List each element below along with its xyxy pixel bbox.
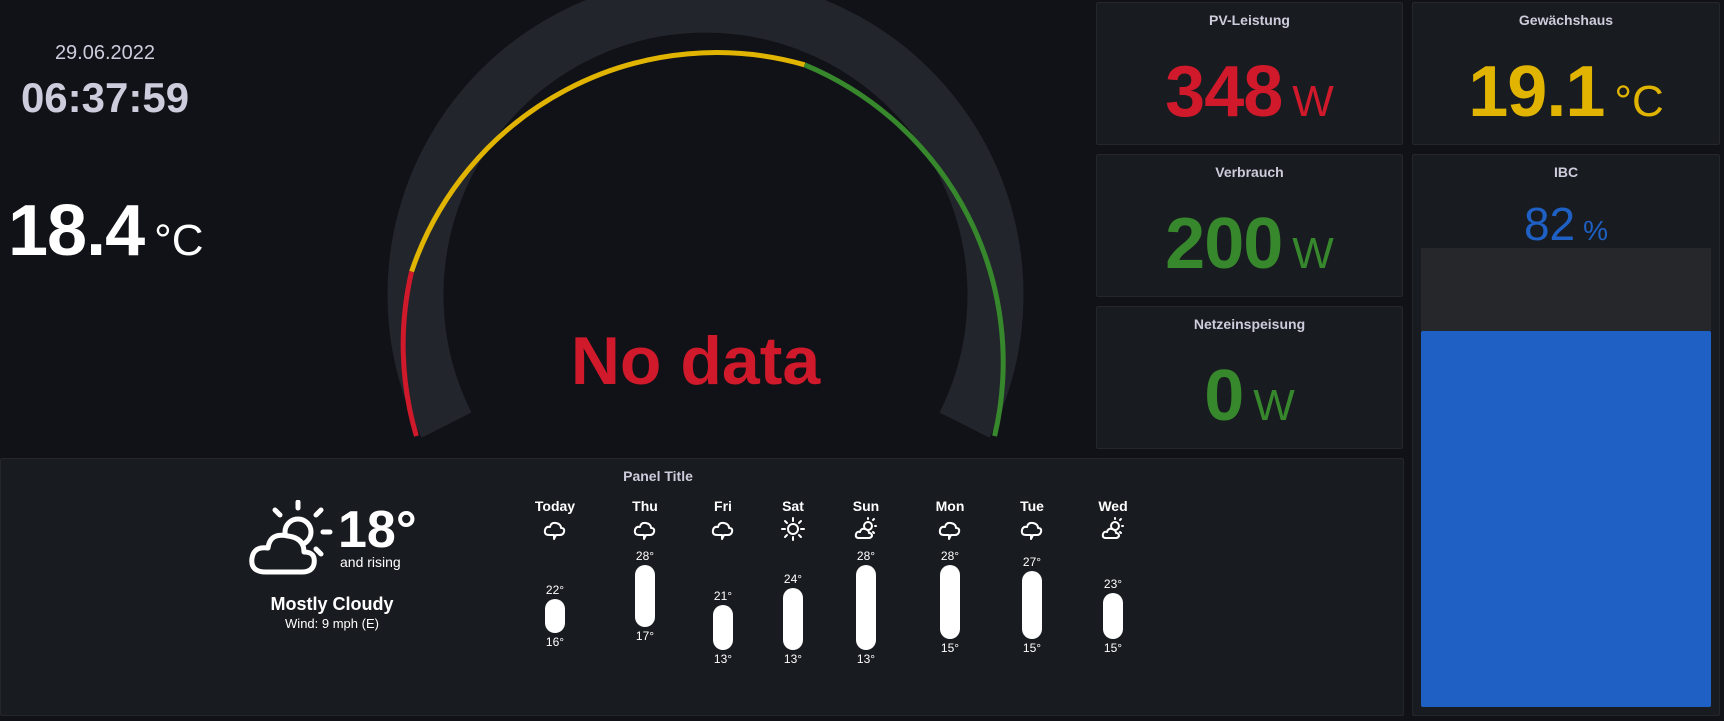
pv-title: PV-Leistung (1209, 12, 1290, 28)
forecast-low: 15° (1103, 640, 1123, 655)
pv-unit: W (1292, 77, 1334, 126)
consumption-title: Verbrauch (1215, 164, 1284, 180)
cloud-icon (711, 521, 734, 540)
consumption-value: 200 (1165, 204, 1283, 284)
forecast-temp-bar (713, 604, 733, 650)
forecast-low: 13° (713, 652, 733, 666)
forecast-day: Thu (615, 498, 675, 542)
consumption-unit: W (1292, 229, 1334, 278)
cloud-icon (633, 521, 656, 540)
cloud-icon (543, 521, 566, 540)
greenhouse-unit: °C (1614, 77, 1664, 126)
partly-cloudy-icon (249, 500, 333, 575)
weather-panel: Panel Title (0, 458, 1404, 716)
pv-panel: PV-Leistung 348 W (1096, 2, 1403, 145)
current-condition: Mostly Cloudy (270, 594, 394, 614)
weather-panel-title: Panel Title (623, 468, 693, 484)
ibc-title: IBC (1553, 164, 1579, 180)
clock-panel: 29.06.2022 06:37:59 (0, 0, 210, 150)
clock-time: 06:37:59 (20, 74, 190, 121)
forecast-low: 15° (940, 640, 960, 655)
forecast-day: Sun (836, 498, 896, 542)
forecast-high: 24° (783, 571, 803, 586)
greenhouse-value: 19.1 (1468, 52, 1605, 132)
forecast-day-name: Thu (632, 498, 658, 514)
forecast-day-name: Sat (782, 498, 804, 514)
outdoor-temp-value: 18.4 (8, 191, 145, 271)
forecast-temp-bar (635, 565, 655, 628)
forecast-high: 28° (856, 549, 876, 563)
ibc-value: 82 (1523, 198, 1576, 250)
forecast-temp-bar (940, 565, 960, 639)
forecast-temp-bar (1103, 593, 1123, 639)
forecast-day-name: Today (534, 498, 576, 514)
forecast-day: Sat (763, 498, 823, 542)
current-trend: and rising (340, 554, 401, 570)
ibc-gauge-fill (1421, 330, 1711, 707)
current-wind: Wind: 9 mph (E) (285, 616, 379, 631)
cloud-icon (1020, 521, 1043, 540)
battery-no-data: No data (571, 323, 822, 399)
ibc-unit: % (1583, 215, 1609, 246)
sun-icon (781, 517, 805, 541)
forecast-day: Fri (693, 498, 753, 542)
forecast-temp-bar (856, 565, 876, 650)
forecast-low: 16° (545, 635, 565, 649)
forecast-high: 28° (940, 549, 960, 563)
ibc-gauge-track (1421, 248, 1711, 707)
forecast-low: 15° (1022, 640, 1042, 655)
partly-cloudy-icon (1101, 517, 1124, 539)
forecast-low: 13° (783, 652, 803, 666)
forecast-day-name: Fri (714, 498, 732, 514)
forecast-temp-bar (783, 587, 803, 650)
forecast-day: Wed (1083, 498, 1143, 542)
grid-unit: W (1253, 381, 1295, 430)
grid-panel: Netzeinspeisung 0W (1096, 306, 1403, 449)
forecast-high: 21° (713, 588, 733, 603)
clock-date: 29.06.2022 (54, 42, 156, 64)
pv-value: 348 (1165, 52, 1283, 132)
forecast-high: 22° (545, 583, 565, 597)
forecast-day-name: Mon (935, 498, 965, 514)
forecast-day: Tue (1002, 498, 1062, 542)
forecast-temp-bar (545, 599, 565, 633)
forecast-low: 17° (635, 629, 655, 644)
ibc-panel: IBC 82% (1412, 154, 1720, 716)
grid-value: 0 (1204, 356, 1244, 436)
forecast-high: 23° (1103, 577, 1123, 592)
forecast-day-name: Tue (1020, 498, 1044, 514)
forecast-low: 13° (856, 652, 876, 666)
greenhouse-title: Gewächshaus (1518, 12, 1614, 28)
outdoor-temp-unit: °C (154, 216, 204, 265)
forecast-high: 27° (1022, 554, 1042, 569)
forecast-high: 28° (635, 549, 655, 563)
current-temp: 18° (338, 501, 417, 559)
forecast-day-name: Sun (852, 498, 880, 514)
forecast-day: Today (525, 498, 585, 542)
consumption-panel: Verbrauch 200 W (1096, 154, 1403, 297)
grid-title: Netzeinspeisung (1193, 316, 1306, 332)
greenhouse-panel: Gewächshaus 19.1 °C (1412, 2, 1720, 145)
cloud-icon (938, 521, 961, 540)
forecast-temp-bar (1022, 570, 1042, 639)
forecast-day-name: Wed (1098, 498, 1128, 514)
partly-cloudy-icon (854, 517, 877, 539)
outdoor-temp-panel: 18.4 °C (0, 190, 220, 290)
forecast-day: Mon (920, 498, 980, 542)
